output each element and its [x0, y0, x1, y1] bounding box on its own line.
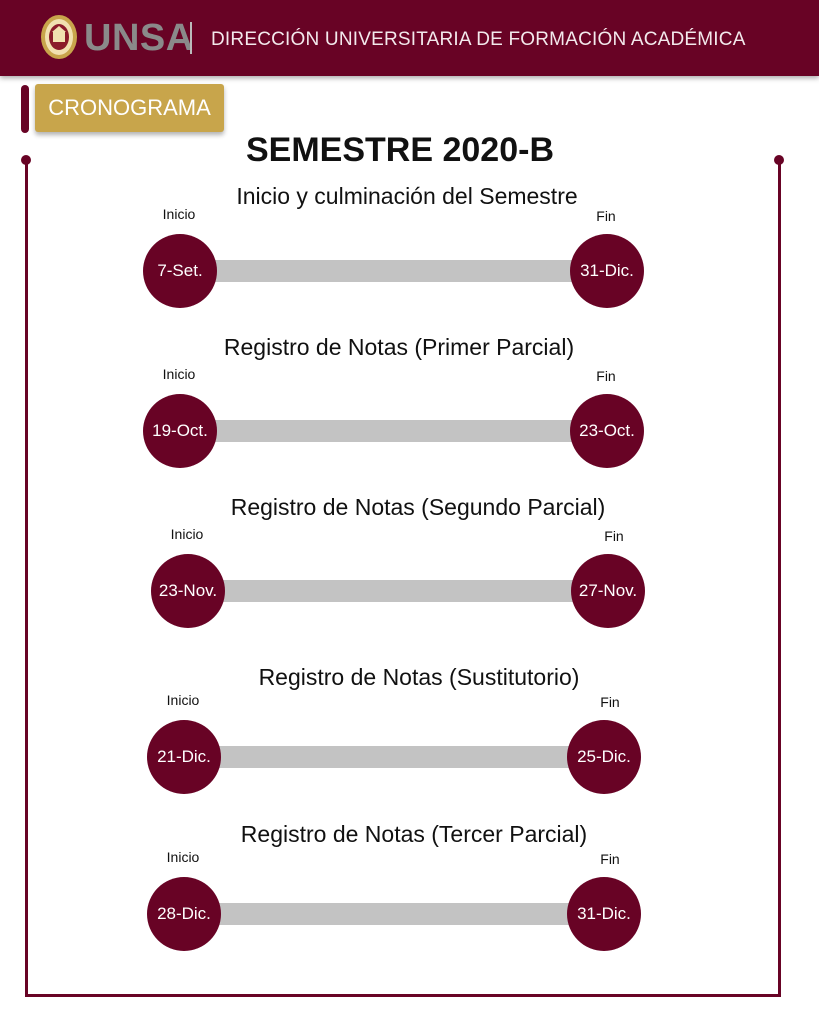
end-date-circle: 25-Dic. [567, 720, 641, 794]
badge-marker [21, 85, 29, 133]
section-title: Registro de Notas (Segundo Parcial) [230, 494, 606, 520]
section-title: Inicio y culminación del Semestre [236, 183, 578, 209]
start-date-circle: 21-Dic. [147, 720, 221, 794]
brand-logo-text: UNSA [84, 17, 194, 59]
end-date-circle: 27-Nov. [571, 554, 645, 628]
start-date-circle: 23-Nov. [151, 554, 225, 628]
timeline-bar [214, 903, 586, 925]
end-label: Fin [596, 208, 616, 224]
start-date-circle: 7-Set. [143, 234, 217, 308]
header-divider [190, 22, 192, 54]
start-label: Inicio [162, 366, 196, 382]
frame-bottom-line [25, 994, 781, 997]
start-label: Inicio [166, 849, 200, 865]
start-label: Inicio [166, 692, 200, 708]
section-title: Registro de Notas (Sustitutorio) [258, 664, 580, 690]
end-date-circle: 31-Dic. [567, 877, 641, 951]
header-bar: UNSA DIRECCIÓN UNIVERSITARIA DE FORMACIÓ… [0, 0, 819, 76]
start-label: Inicio [162, 206, 196, 222]
header-title: DIRECCIÓN UNIVERSITARIA DE FORMACIÓN ACA… [211, 29, 746, 50]
end-label: Fin [600, 851, 620, 867]
end-date-circle: 23-Oct. [570, 394, 644, 468]
semester-title: SEMESTRE 2020-B [246, 131, 554, 169]
timeline-bar [214, 746, 586, 768]
start-date-circle: 19-Oct. [143, 394, 217, 468]
frame-left-line [25, 160, 28, 997]
end-date-circle: 31-Dic. [570, 234, 644, 308]
end-label: Fin [600, 694, 620, 710]
start-date-circle: 28-Dic. [147, 877, 221, 951]
university-seal-icon [41, 15, 77, 59]
cronograma-badge: CRONOGRAMA [35, 84, 224, 132]
end-label: Fin [604, 528, 624, 544]
end-label: Fin [596, 368, 616, 384]
section-title: Registro de Notas (Tercer Parcial) [240, 821, 588, 847]
timeline-bar [210, 260, 582, 282]
timeline-bar [210, 420, 582, 442]
timeline-bar [218, 580, 590, 602]
start-label: Inicio [170, 526, 204, 542]
section-title: Registro de Notas (Primer Parcial) [223, 334, 575, 360]
frame-right-line [778, 160, 781, 997]
